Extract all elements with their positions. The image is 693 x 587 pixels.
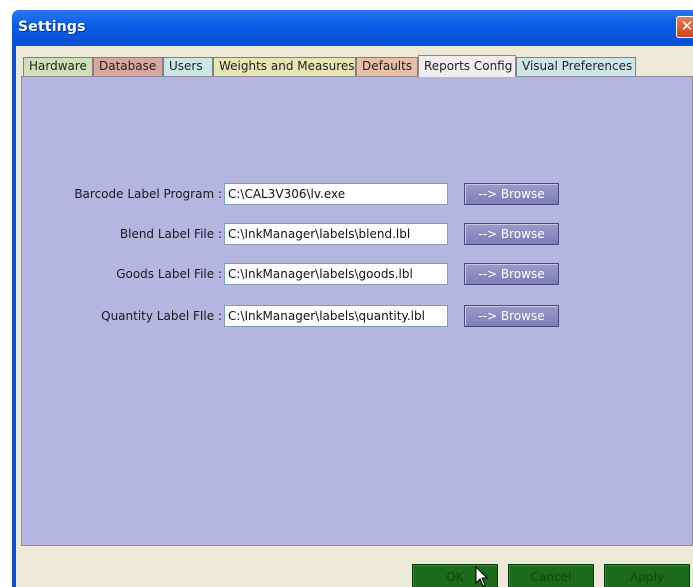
quantity-label-file-label: Quantity Label FIle : bbox=[101, 309, 222, 323]
title-bar[interactable]: Settings ✕ bbox=[12, 10, 693, 46]
settings-window: Settings ✕ Hardware Database Users Weigh… bbox=[12, 10, 693, 587]
tab-weights-and-measures[interactable]: Weights and Measures bbox=[213, 57, 356, 76]
quantity-label-file-field[interactable] bbox=[224, 305, 448, 327]
close-button[interactable]: ✕ bbox=[676, 16, 693, 38]
goods-label-file-field[interactable] bbox=[224, 263, 448, 285]
browse-quantity-label-button[interactable]: --> Browse bbox=[464, 305, 559, 327]
dialog-body: Hardware Database Users Weights and Meas… bbox=[16, 46, 693, 587]
blend-label-file-field[interactable] bbox=[224, 223, 448, 245]
tab-hardware[interactable]: Hardware bbox=[23, 57, 93, 76]
cancel-button[interactable]: Cancel bbox=[508, 564, 594, 587]
blend-label-file-label: Blend Label File : bbox=[119, 227, 222, 241]
browse-goods-label-button[interactable]: --> Browse bbox=[464, 263, 559, 285]
browse-blend-label-button[interactable]: --> Browse bbox=[464, 223, 559, 245]
tab-reports-config[interactable]: Reports Config bbox=[418, 55, 516, 77]
close-icon: ✕ bbox=[680, 17, 693, 35]
browse-barcode-program-button[interactable]: --> Browse bbox=[464, 183, 559, 205]
barcode-label-program-field[interactable] bbox=[224, 183, 448, 205]
tab-database[interactable]: Database bbox=[93, 57, 163, 76]
goods-label-file-label: Goods Label File : bbox=[116, 267, 222, 281]
reports-config-panel: Barcode Label Program : --> Browse Blend… bbox=[21, 76, 693, 546]
tab-defaults[interactable]: Defaults bbox=[356, 57, 418, 76]
tab-visual-preferences[interactable]: Visual Preferences bbox=[516, 57, 636, 76]
apply-button[interactable]: Apply bbox=[604, 564, 690, 587]
window-title: Settings bbox=[18, 19, 86, 35]
barcode-label-program-label: Barcode Label Program : bbox=[74, 187, 222, 201]
mouse-pointer-icon bbox=[475, 566, 489, 587]
tab-users[interactable]: Users bbox=[163, 57, 213, 76]
